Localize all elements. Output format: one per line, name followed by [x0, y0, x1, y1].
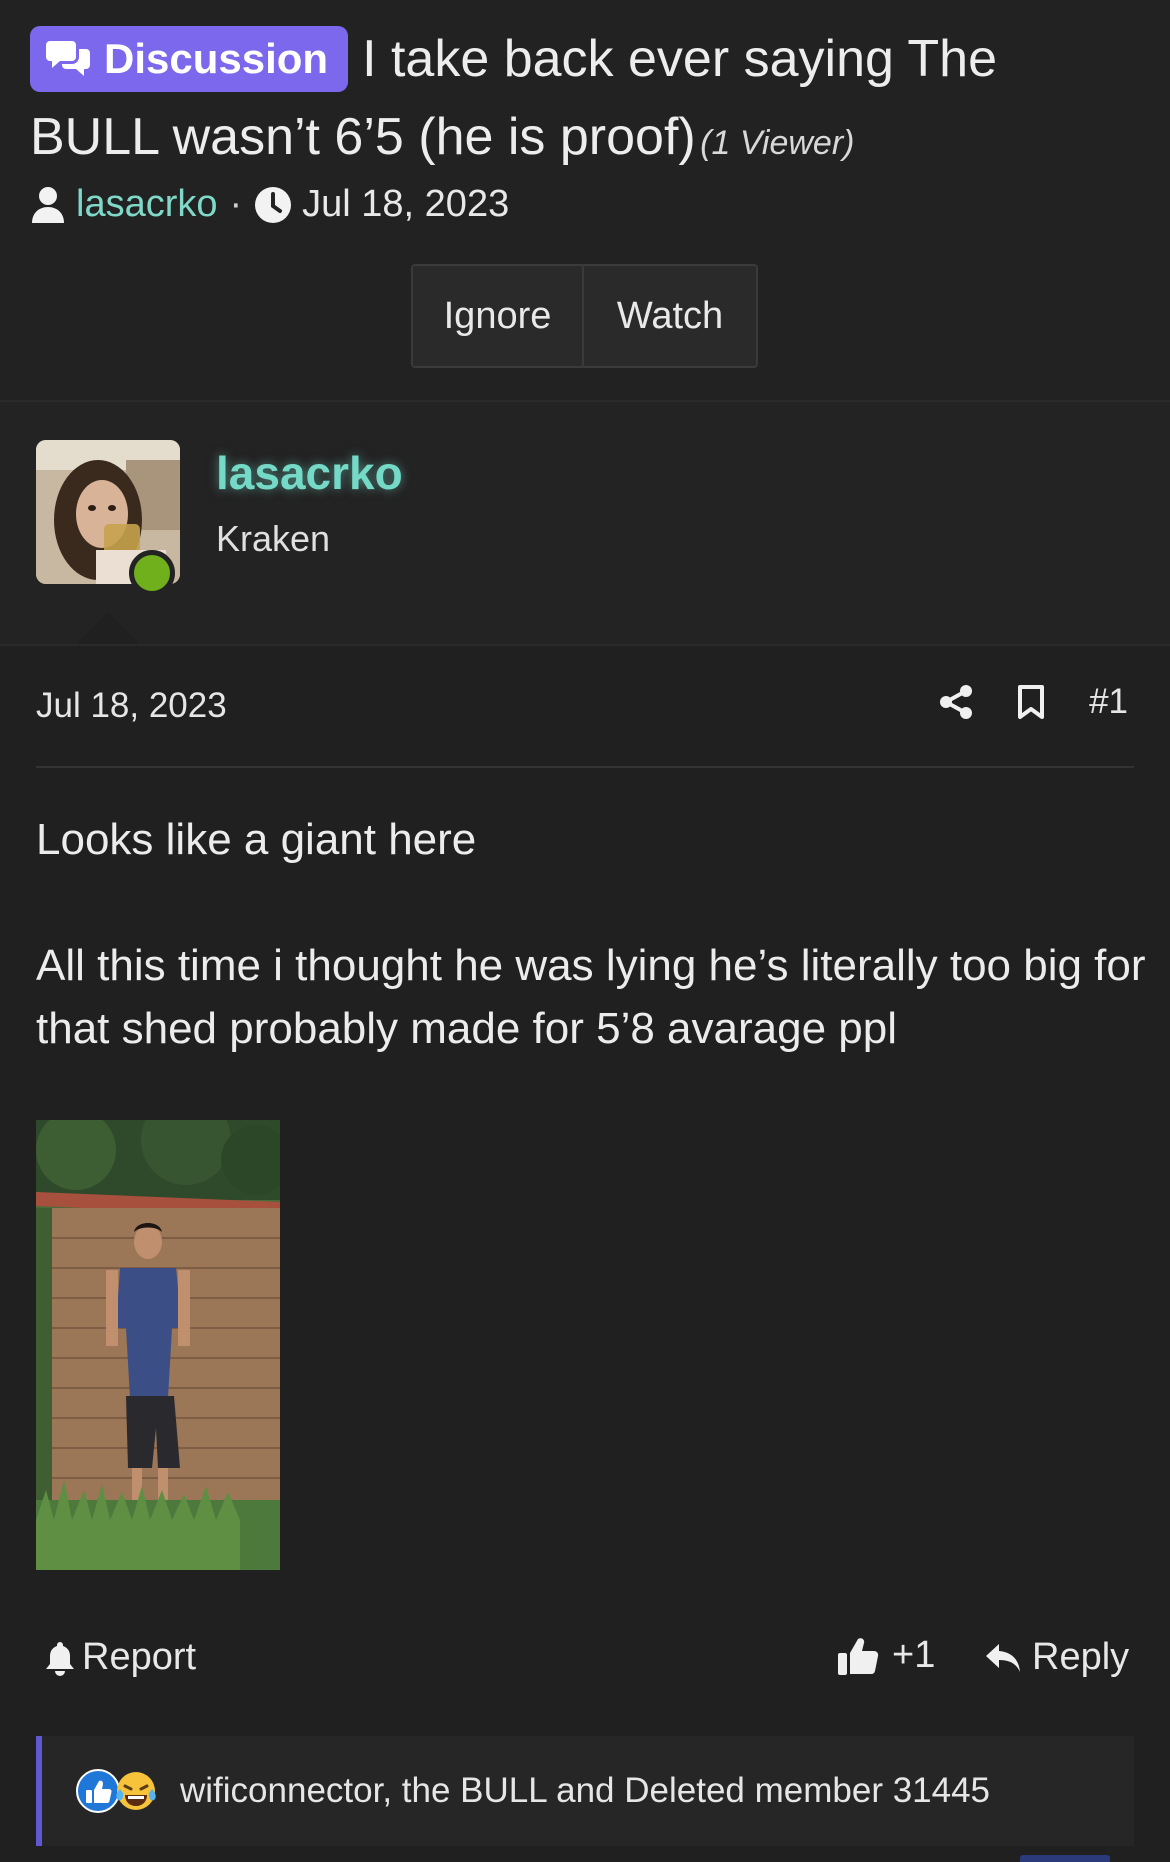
bell-icon [46, 1641, 74, 1676]
thread-author-link[interactable]: lasacrko [76, 183, 218, 226]
thread-actions: Ignore Watch [411, 264, 758, 368]
reaction-icons [76, 1769, 158, 1813]
reply-button[interactable]: Reply [984, 1636, 1129, 1679]
post-username[interactable]: lasacrko [216, 446, 403, 500]
viewer-count[interactable]: (1 Viewer) [700, 124, 854, 162]
like-count: +1 [892, 1634, 936, 1676]
ignore-button[interactable]: Ignore [411, 264, 584, 368]
reply-label: Reply [1032, 1636, 1130, 1678]
online-status-indicator [129, 550, 175, 596]
divider [0, 644, 1170, 646]
prefix-label: Discussion [104, 35, 329, 82]
meta-separator: · [229, 183, 243, 225]
post-date[interactable]: Jul 18, 2023 [36, 686, 227, 726]
like-button[interactable]: +1 [836, 1634, 935, 1677]
share-icon[interactable] [939, 684, 973, 720]
thread-date[interactable]: Jul 18, 2023 [302, 183, 509, 226]
title-line-1: I take back ever saying The [362, 30, 998, 88]
message-pointer [76, 612, 140, 644]
discussion-prefix-badge[interactable]: Discussion [30, 26, 349, 92]
user-icon [32, 186, 64, 223]
bottom-navigation-hint [1020, 1855, 1110, 1862]
reactions-users[interactable]: wificonnector, the BULL and Deleted memb… [180, 1771, 990, 1811]
thumbs-up-icon [838, 1637, 879, 1675]
report-label: Report [82, 1636, 197, 1678]
thread-meta: lasacrko · Jul 18, 2023 [30, 183, 509, 226]
report-button[interactable]: Report [44, 1636, 196, 1679]
post-attachment-image[interactable] [36, 1120, 280, 1570]
watch-button[interactable]: Watch [584, 264, 758, 368]
post-header-actions: #1 [939, 682, 1128, 722]
thread-header: Discussion I take back ever saying The B… [0, 0, 1170, 400]
laughing-crying-emoji-icon [116, 1772, 156, 1810]
post-header-divider [36, 766, 1134, 768]
clock-icon [255, 186, 292, 223]
thread-title: Discussion I take back ever saying The B… [30, 22, 1140, 187]
reactions-bar[interactable]: wificonnector, the BULL and Deleted memb… [36, 1736, 1134, 1846]
bookmark-icon[interactable] [1017, 684, 1045, 720]
title-line-2: BULL wasn’t 6’5 (he is proof) [30, 108, 696, 166]
post-number-link[interactable]: #1 [1089, 682, 1128, 722]
post-user-block: lasacrko Kraken [0, 402, 1170, 644]
post-paragraph-2: All this time i thought he was lying he’… [36, 941, 1146, 1053]
post-body: Looks like a giant here All this time i … [36, 808, 1146, 1060]
reply-arrow-icon [986, 1643, 1020, 1672]
user-title: Kraken [216, 518, 331, 559]
post-paragraph-1: Looks like a giant here [36, 815, 477, 864]
chat-bubbles-icon [46, 41, 90, 76]
